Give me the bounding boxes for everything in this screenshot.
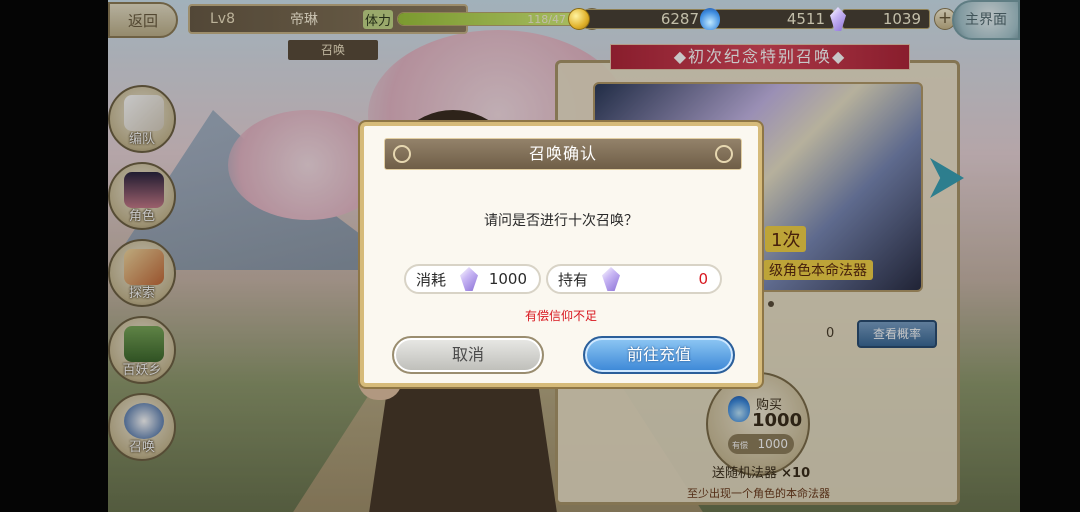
summon-confirm-dialog: 召唤确认 请问是否进行十次召唤？ 消耗 1000 持有 0 有偿信仰不足 取消 … xyxy=(360,122,762,387)
ornament-icon xyxy=(393,145,411,163)
crystal-icon xyxy=(602,267,620,291)
cancel-button[interactable]: 取消 xyxy=(392,336,544,374)
dialog-title: 召唤确认 xyxy=(528,144,597,163)
ornament-icon xyxy=(715,145,733,163)
holding-value: 0 xyxy=(698,270,708,288)
holding-label: 持有 xyxy=(558,270,589,289)
insufficient-warning: 有偿信仰不足 xyxy=(524,309,597,323)
dialog-question: 请问是否进行十次召唤？ xyxy=(484,213,638,229)
holding-field: 持有 0 xyxy=(546,264,722,294)
gold-coin-icon xyxy=(568,8,590,30)
soul-fire-icon xyxy=(700,8,720,30)
cost-field: 消耗 1000 xyxy=(404,264,541,294)
crystal-icon xyxy=(460,267,478,291)
cost-value: 1000 xyxy=(488,270,527,288)
cost-label: 消耗 xyxy=(416,270,447,289)
recharge-button[interactable]: 前往充值 xyxy=(583,336,735,374)
dialog-header: 召唤确认 xyxy=(384,138,742,170)
